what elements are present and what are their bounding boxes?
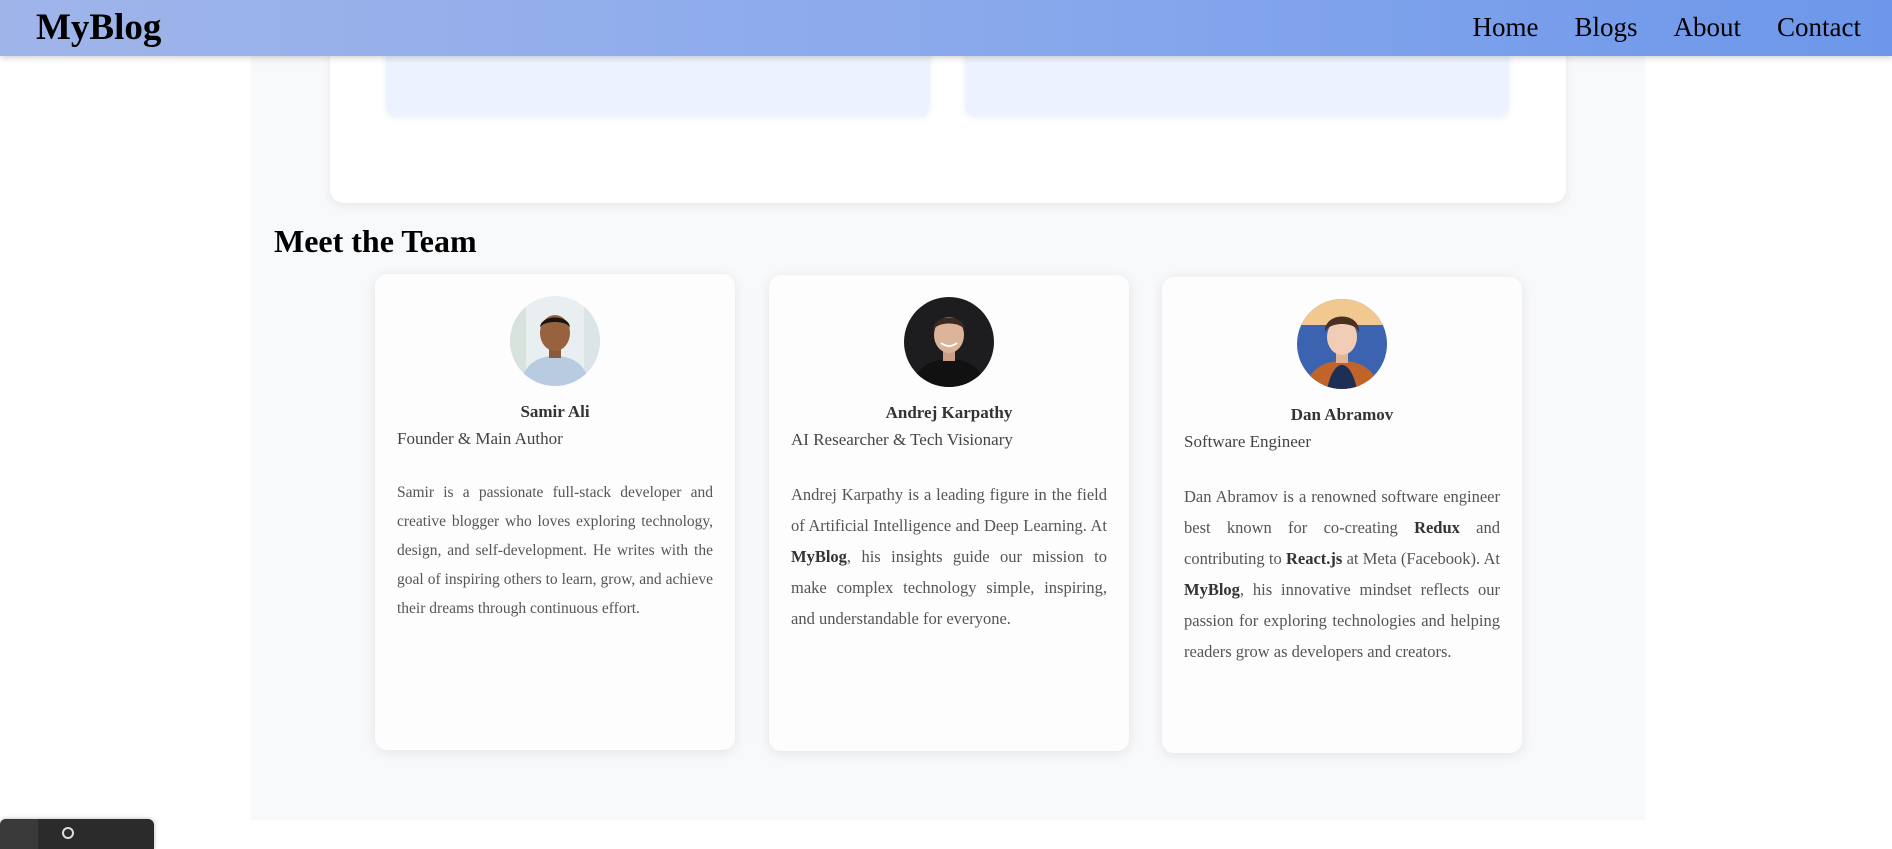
bio-text: Andrej Karpathy is a leading figure in t… [791,485,1107,535]
team-member-card: Samir Ali Founder & Main Author Samir is… [375,274,735,750]
nav-links: Home Blogs About Contact [1473,9,1862,45]
team-member-card: Dan Abramov Software Engineer Dan Abramo… [1162,277,1522,753]
toolbar-circle-icon[interactable] [62,827,74,839]
member-role: Software Engineer [1184,432,1311,451]
bio-highlight-react: React.js [1285,549,1343,568]
samir-ali-photo-icon [510,296,600,386]
brand-logo[interactable]: MyBlog [36,6,161,50]
top-navbar: MyBlog Home Blogs About Contact [0,0,1892,56]
member-role: Founder & Main Author [397,429,563,448]
toolbar-segment[interactable] [0,819,38,849]
member-bio: Dan Abramov is a renowned software engin… [1184,481,1500,667]
dan-abramov-photo-icon [1297,299,1387,389]
team-section-title: Meet the Team [274,223,477,259]
nav-link-contact[interactable]: Contact [1777,9,1861,45]
member-role: AI Researcher & Tech Visionary [791,430,1013,449]
bio-text: at Meta (Facebook). At [1342,549,1500,568]
member-name: Samir Ali [520,402,590,421]
bio-highlight-redux: Redux [1414,518,1460,537]
andrej-karpathy-photo-icon [904,297,994,387]
avatar [510,296,600,386]
team-member-card: Andrej Karpathy AI Researcher & Tech Vis… [769,275,1129,751]
avatar [904,297,994,387]
member-name: Andrej Karpathy [885,403,1013,422]
member-name: Dan Abramov [1290,405,1394,424]
avatar [1297,299,1387,389]
nav-link-about[interactable]: About [1674,9,1742,45]
floating-toolbar[interactable] [0,819,154,849]
nav-link-home[interactable]: Home [1473,9,1539,45]
bio-brand-mention: MyBlog [791,547,847,566]
member-bio: Samir is a passionate full-stack develop… [397,484,713,617]
bio-brand-mention: MyBlog [1184,580,1240,599]
nav-link-blogs[interactable]: Blogs [1574,9,1637,45]
member-bio: Andrej Karpathy is a leading figure in t… [791,479,1107,634]
